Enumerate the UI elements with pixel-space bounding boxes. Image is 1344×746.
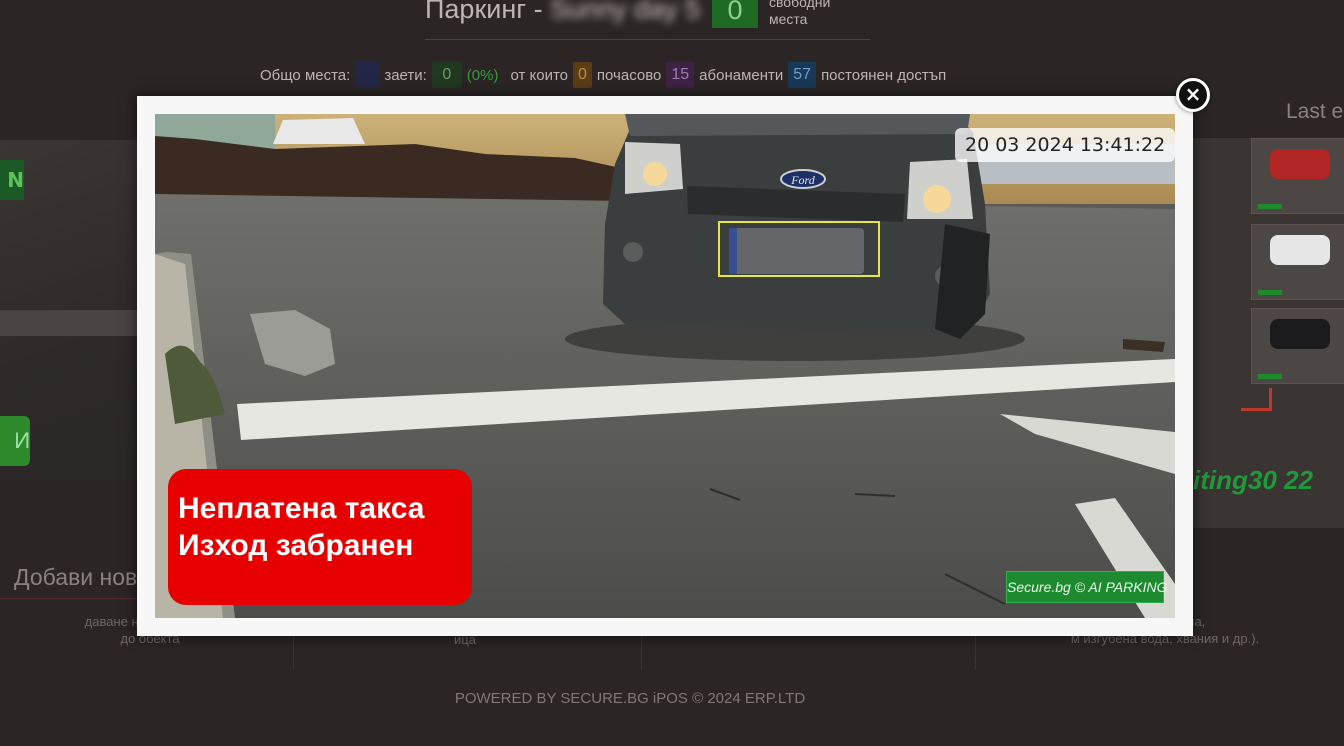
image-lightbox: Ford 20 03 2024 13:41:22 Неплатена такса…	[137, 96, 1193, 636]
plate-blurred	[729, 228, 864, 274]
parked-car	[273, 118, 365, 144]
secure-bg-watermark: Secure.bg © AI PARKING	[1006, 571, 1168, 603]
headlight-right-lamp	[923, 185, 951, 213]
close-icon[interactable]: ×	[1176, 78, 1210, 112]
warning-line-2: Изход забранен	[178, 529, 414, 562]
fog-light-left	[623, 242, 643, 262]
snapshot-timestamp: 20 03 2024 13:41:22	[955, 128, 1175, 162]
plate-eu-band	[729, 228, 737, 274]
ford-logo-text: Ford	[790, 173, 816, 187]
headlight-left-lamp	[643, 162, 667, 186]
camera-snapshot: Ford 20 03 2024 13:41:22 Неплатена такса…	[155, 114, 1175, 618]
warning-line-1: Неплатена такса	[178, 492, 425, 525]
unpaid-fee-warning: Неплатена такса Изход забранен	[168, 469, 472, 605]
car-hood	[625, 114, 970, 136]
